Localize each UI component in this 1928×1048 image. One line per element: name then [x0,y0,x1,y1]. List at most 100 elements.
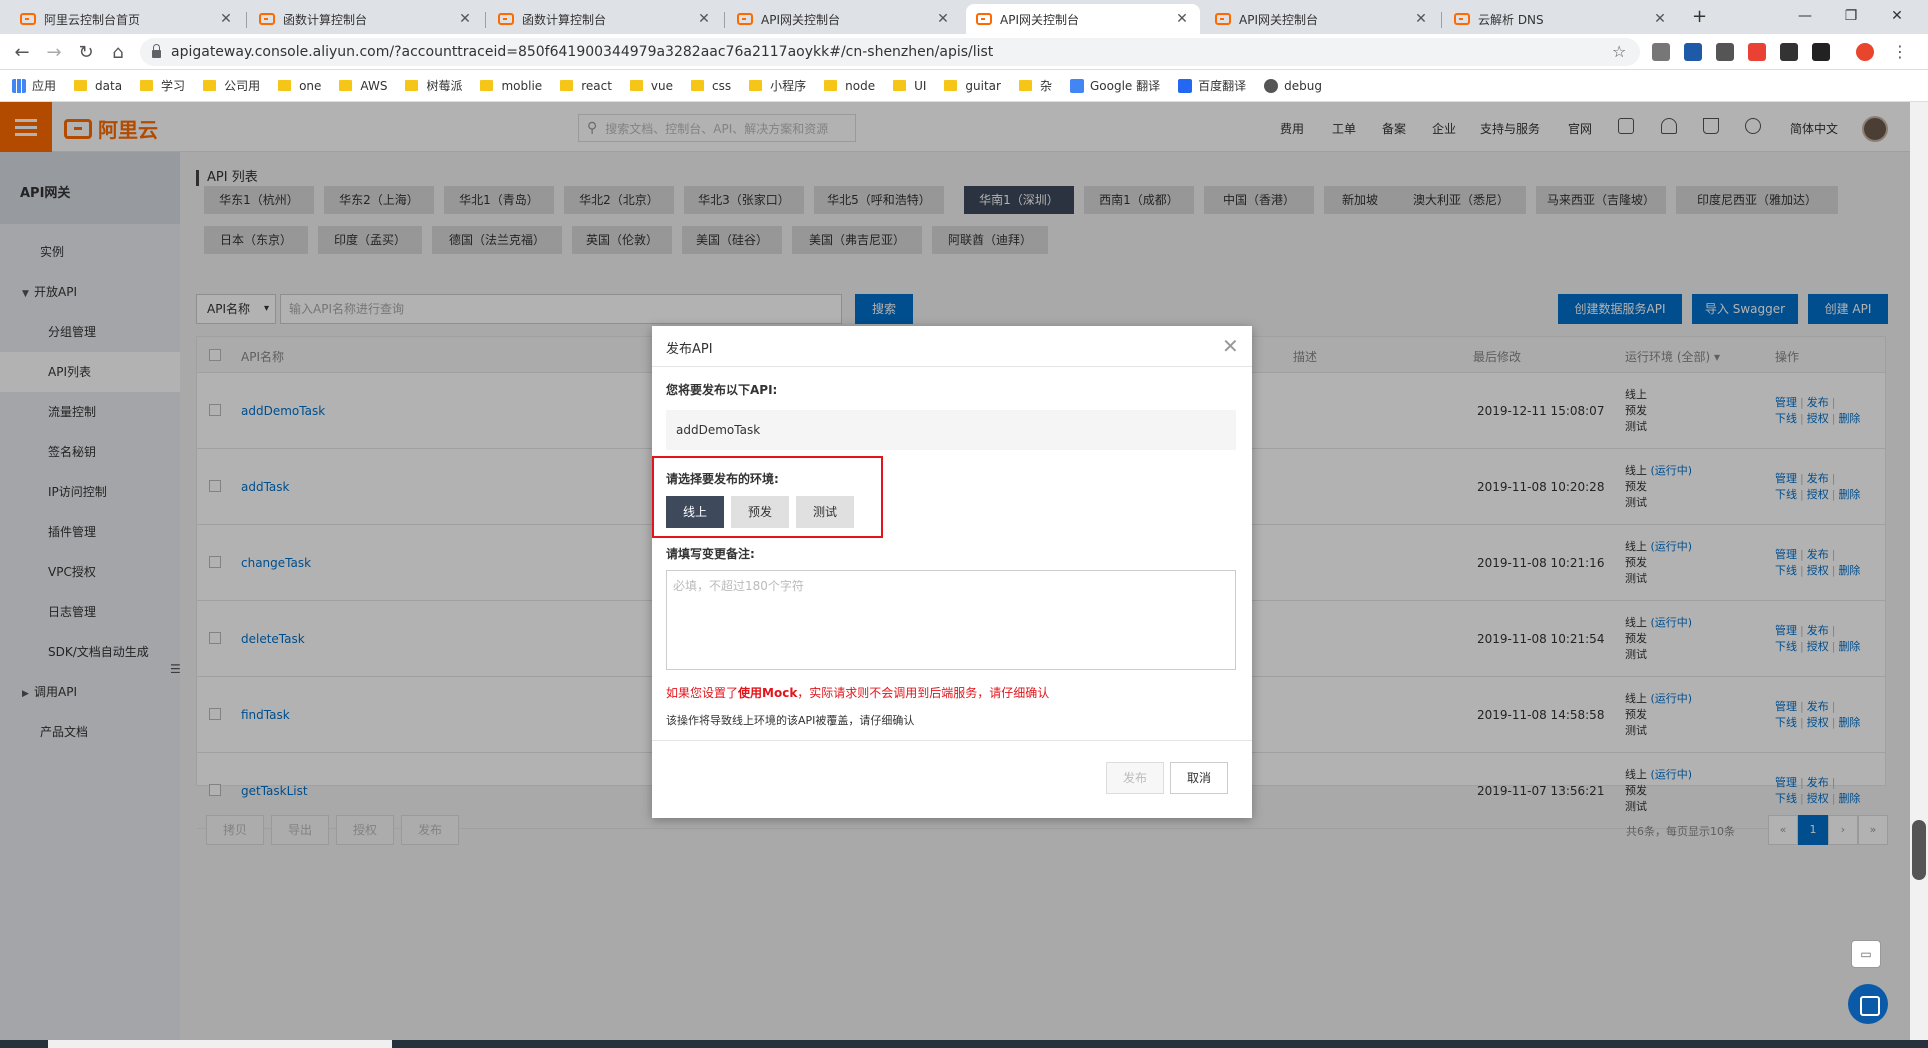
new-tab-button[interactable]: + [1692,6,1707,27]
bookmark-folder[interactable]: 小程序 [749,77,806,94]
folder-icon [1018,80,1032,91]
close-tab-icon[interactable]: ✕ [696,11,712,27]
extension-icon[interactable] [1748,43,1766,61]
close-tab-icon[interactable]: ✕ [218,11,234,27]
browser-tab[interactable]: 函数计算控制台 ✕ [488,4,722,34]
bookmark-label: 树莓派 [426,79,463,93]
home-icon[interactable]: ⌂ [104,40,132,64]
folder-icon [560,80,574,91]
bookmark-folder[interactable]: 公司用 [203,77,260,94]
close-tab-icon[interactable]: ✕ [1652,11,1668,27]
bookmark-folder[interactable]: AWS [339,79,387,93]
profile-avatar-icon[interactable] [1856,43,1874,61]
env-option-test[interactable]: 测试 [796,496,854,528]
chat-feedback-icon[interactable]: ▭ [1851,940,1881,968]
reload-icon[interactable]: ↻ [72,40,100,64]
folder-icon [691,80,704,91]
extension-icon[interactable] [1812,43,1830,61]
browser-tab[interactable]: API网关控制台 ✕ [727,4,961,34]
extension-icon[interactable] [1780,43,1798,61]
bookmark-label: vue [650,78,673,93]
cancel-button[interactable]: 取消 [1170,762,1228,794]
bookmark-google-translate[interactable]: Google 翻译 [1069,77,1160,94]
aliyun-favicon-icon [259,13,275,25]
env-label: 请选择要发布的环境: [666,472,779,486]
minimize-window-icon[interactable]: — [1782,0,1828,32]
bookmark-star-icon[interactable]: ☆ [1612,42,1626,61]
tab-title: 函数计算控制台 [283,12,368,27]
os-taskbar [0,1040,1928,1048]
env-option-pre[interactable]: 预发 [731,496,789,528]
browser-tab-active[interactable]: API网关控制台 ✕ [966,4,1200,34]
bookmark-label: node [845,78,876,93]
bookmark-debug[interactable]: debug [1264,78,1322,93]
mock-warning: 如果您设置了使用Mock，实际请求则不会调用到后端服务，请仔细确认 [666,684,1049,701]
overwrite-note: 该操作将导致线上环境的该API被覆盖，请仔细确认 [666,714,915,727]
folder-icon [629,80,643,91]
bookmark-label: css [712,78,732,93]
folder-icon [749,80,763,91]
bookmarks-bar: 应用 data 学习 公司用 one AWS 树莓派 moblie react … [0,70,1928,102]
url-text: apigateway.console.aliyun.com/?accounttr… [171,44,994,60]
apps-grid-icon [12,78,26,93]
bookmark-folder[interactable]: one [278,79,321,93]
browser-tab[interactable]: API网关控制台 ✕ [1205,4,1439,34]
bookmark-folder[interactable]: node [824,79,875,93]
bookmark-label: data [95,78,123,93]
bookmark-label: guitar [965,78,1001,93]
bookmark-baidu-translate[interactable]: 百度翻译 [1178,77,1246,94]
floating-help-button[interactable] [1848,984,1888,1024]
bookmark-label: debug [1284,78,1322,93]
bookmark-folder[interactable]: react [560,79,612,93]
close-tab-icon[interactable]: ✕ [1174,11,1190,27]
publish-button[interactable]: 发布 [1106,762,1164,794]
vertical-scrollbar[interactable] [1910,102,1928,1040]
bookmark-folder[interactable]: UI [893,79,926,93]
close-tab-icon[interactable]: ✕ [935,11,951,27]
bookmark-label: AWS [360,78,388,93]
browser-tab[interactable]: 云解析 DNS ✕ [1444,4,1678,34]
browser-tab[interactable]: 函数计算控制台 ✕ [249,4,483,34]
api-name-display: addDemoTask [666,410,1236,450]
close-tab-icon[interactable]: ✕ [457,11,473,27]
forward-arrow-icon[interactable]: → [40,40,68,64]
aliyun-favicon-icon [20,13,36,25]
folder-icon [944,80,958,91]
bookmark-apps[interactable]: 应用 [12,77,56,94]
env-option-production[interactable]: 线上 [666,496,724,528]
bookmark-folder[interactable]: vue [629,78,673,93]
bookmark-folder[interactable]: moblie [480,79,542,93]
close-window-icon[interactable]: ✕ [1874,0,1920,32]
extension-icon[interactable] [1684,43,1702,61]
bookmark-folder[interactable]: 杂 [1018,77,1052,94]
aliyun-favicon-icon [1215,13,1231,25]
scrollbar-thumb[interactable] [1912,820,1926,880]
extension-icon[interactable] [1716,43,1734,61]
remark-placeholder: 必填，不超过180个字符 [673,579,804,593]
restore-window-icon[interactable]: ❐ [1828,0,1874,32]
lock-icon [152,44,161,58]
bookmark-folder[interactable]: guitar [944,79,1001,93]
api-label: 您将要发布以下API: [666,383,778,397]
back-arrow-icon[interactable]: ← [8,40,36,64]
tab-title: API网关控制台 [1000,12,1079,27]
remark-textarea[interactable]: 必填，不超过180个字符 [666,570,1236,670]
bookmark-label: react [581,78,612,93]
folder-icon [824,80,838,91]
bookmark-folder[interactable]: data [74,79,122,93]
aliyun-favicon-icon [498,13,514,25]
bookmark-folder[interactable]: 学习 [140,77,185,94]
close-icon[interactable]: ✕ [1222,334,1239,358]
extension-icon[interactable] [1652,43,1670,61]
url-field[interactable]: apigateway.console.aliyun.com/?accounttr… [140,38,1640,66]
browser-tab[interactable]: 阿里云控制台首页 ✕ [10,4,244,34]
bookmark-folder[interactable]: css [691,79,731,93]
browser-menu-icon[interactable]: ⋮ [1892,42,1908,61]
publish-api-dialog: 发布API ✕ 您将要发布以下API: addDemoTask 请选择要发布的环… [652,326,1252,818]
browser-tab-bar: 阿里云控制台首页 ✕ 函数计算控制台 ✕ 函数计算控制台 ✕ API网关控制台 ✕ AP… [0,0,1928,34]
close-tab-icon[interactable]: ✕ [1413,11,1429,27]
baidu-translate-icon [1178,78,1193,93]
warning-text: 如果您设置了 [666,686,739,700]
folder-icon [203,80,217,91]
bookmark-folder[interactable]: 树莓派 [405,77,462,94]
